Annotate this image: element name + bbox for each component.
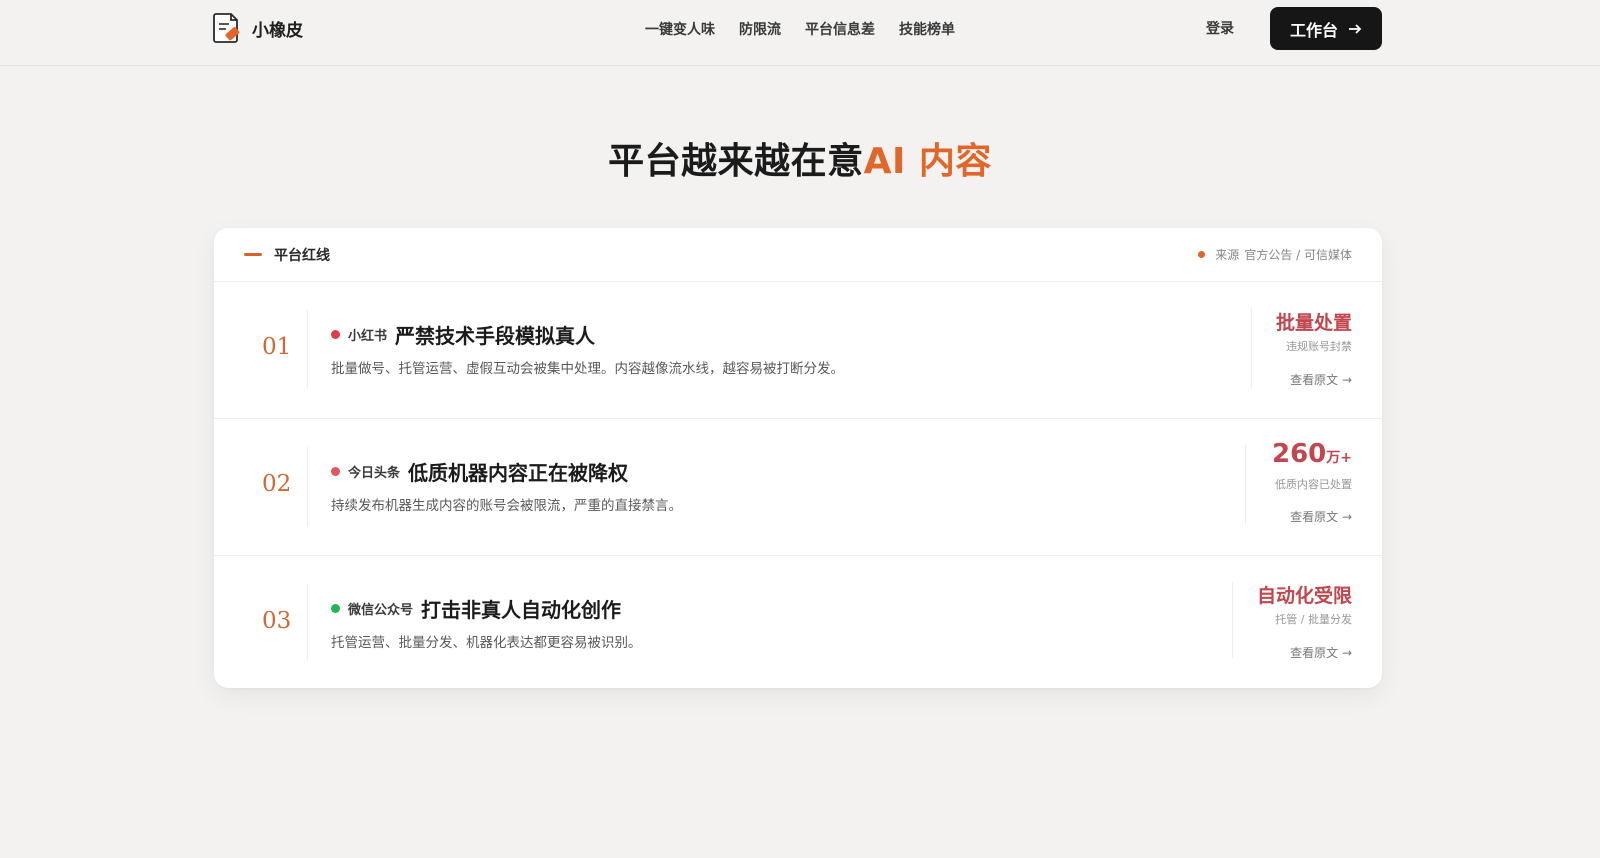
row-index: 02 [262,471,292,497]
view-source-link[interactable]: 查看原文 → [1290,644,1352,661]
row-stat-caption: 违规账号封禁 [1286,340,1352,353]
login-link[interactable]: 登录 [1206,18,1234,38]
platform-name: 今日头条 [348,466,401,481]
row-stat: 260万+ [1272,439,1352,469]
brand-name: 小橡皮 [252,20,303,41]
workspace-button[interactable]: 工作台 [1270,7,1382,50]
row-stat-value: 自动化受限 [1256,585,1352,607]
hero-title-accent: AI 内容 [863,141,992,182]
platform-dot-icon [331,467,340,476]
arrow-right-icon [1349,23,1362,34]
row-divider [307,584,308,660]
row-stat-value: 批量处置 [1275,312,1352,334]
row-title: 低质机器内容正在被降权 [408,461,629,485]
source-label: 来源 [1215,248,1240,262]
nav-link-anti-throttle[interactable]: 防限流 [739,19,781,39]
source-dot-icon [1198,251,1206,258]
nav-link-platform-info[interactable]: 平台信息差 [805,19,875,39]
platform-name: 微信公众号 [348,603,414,618]
view-source-link[interactable]: 查看原文 → [1290,371,1352,388]
card-header-title: 平台红线 [274,248,330,264]
platform-dot-icon [331,330,340,339]
header-source: 来源 官方公告 / 可信媒体 [1198,246,1352,263]
workspace-button-label: 工作台 [1289,20,1338,40]
row-description: 托管运营、批量分发、机器化表达都更容易被识别。 [331,635,642,651]
platform-name: 小红书 [348,329,388,344]
row-description: 持续发布机器生成内容的账号会被限流，严重的直接禁言。 [331,498,682,514]
redline-row-1: 01 小红书 严禁技术手段模拟真人 批量做号、托管运营、虚假互动会被集中处理。内… [214,282,1382,419]
row-description: 批量做号、托管运营、虚假互动会被集中处理。内容越像流水线，越容易被打断分发。 [331,361,844,377]
hero-title: 平台越来越在意AI 内容 [0,132,1600,184]
row-title-line: 小红书 严禁技术手段模拟真人 [331,320,595,349]
row-title-line: 微信公众号 打击非真人自动化创作 [331,594,621,623]
row-divider-right [1245,445,1246,525]
row-stat: 批量处置 [1276,308,1352,335]
row-divider [307,447,308,527]
card-header: 平台红线 来源 官方公告 / 可信媒体 [214,228,1382,282]
redline-row-3: 03 微信公众号 打击非真人自动化创作 托管运营、批量分发、机器化表达都更容易被… [214,556,1382,688]
row-stat-value: 260 [1271,439,1327,469]
header-dash-icon [244,253,262,256]
source-value: 官方公告 / 可信媒体 [1244,248,1352,262]
row-index: 03 [262,608,292,634]
eraser-document-logo-icon [213,13,240,43]
row-divider [307,310,308,388]
view-source-link[interactable]: 查看原文 → [1290,508,1352,525]
hero-title-prefix: 平台越来越在意 [608,141,864,182]
row-title: 打击非真人自动化创作 [421,598,622,622]
row-stat-caption: 托管 / 批量分发 [1275,613,1352,626]
nav-link-humanize[interactable]: 一键变人味 [645,19,715,39]
row-title-line: 今日头条 低质机器内容正在被降权 [331,457,628,486]
redline-row-2: 02 今日头条 低质机器内容正在被降权 持续发布机器生成内容的账号会被限流，严重… [214,419,1382,556]
row-divider-right [1232,582,1233,658]
platform-redline-card: 平台红线 来源 官方公告 / 可信媒体 01 小红书 严禁技术手段模拟真人 批量… [214,228,1382,688]
row-stat: 自动化受限 [1257,581,1352,608]
nav-link-skill-ranking[interactable]: 技能榜单 [899,19,955,39]
brand[interactable]: 小橡皮 [212,12,303,44]
row-index: 01 [262,334,292,360]
row-stat-unit: 万+ [1326,450,1352,466]
platform-dot-icon [331,604,340,613]
row-stat-caption: 低质内容已处置 [1275,478,1352,491]
row-title: 严禁技术手段模拟真人 [395,324,596,348]
row-divider-right [1251,308,1252,388]
top-navbar: 小橡皮 一键变人味 防限流 平台信息差 技能榜单 登录 工作台 [0,0,1600,66]
